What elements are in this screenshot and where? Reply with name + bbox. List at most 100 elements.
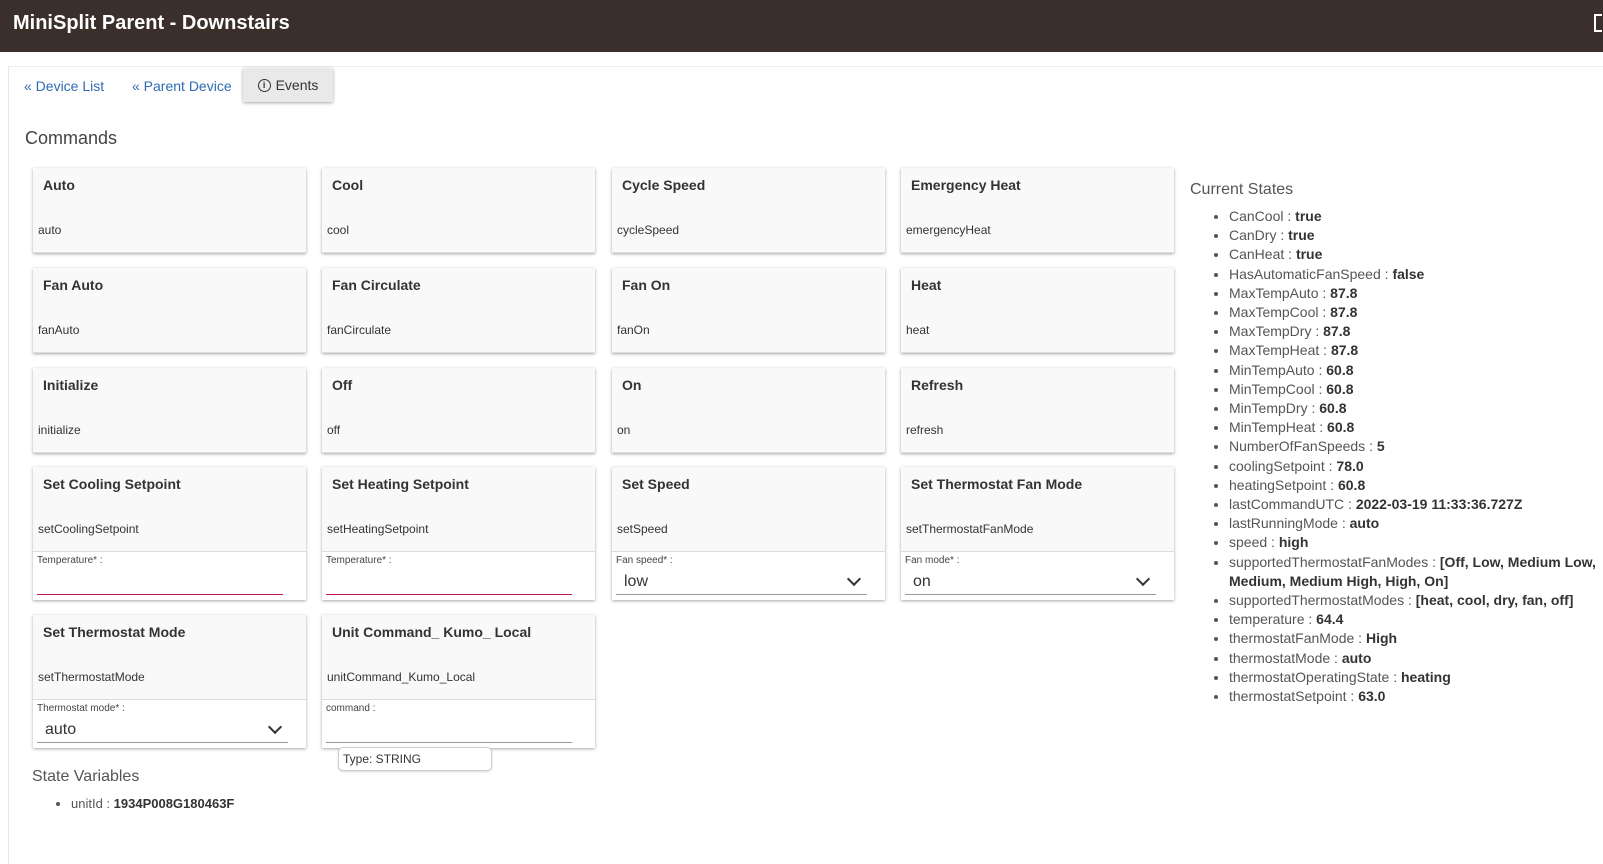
fan-speed-select[interactable]: low bbox=[616, 570, 867, 595]
fan-mode-label: Fan mode* : bbox=[905, 555, 960, 566]
command-method: setSpeed bbox=[617, 522, 668, 536]
fan-speed-param: Fan speed* : low bbox=[612, 552, 885, 600]
temperature-param: Temperature* : bbox=[322, 552, 595, 600]
list-item: unitId : 1934P008G180463F bbox=[71, 796, 234, 811]
current-states-title: Current States bbox=[1190, 181, 1294, 198]
command-button-fan-circulate[interactable]: Fan Circulate fanCirculate bbox=[322, 268, 595, 353]
command-name: Fan Circulate bbox=[332, 277, 421, 293]
list-item: coolingSetpoint : 78.0 bbox=[1229, 457, 1599, 476]
command-method: off bbox=[327, 423, 341, 437]
command-method: unitCommand_Kumo_Local bbox=[327, 670, 476, 684]
command-card-initialize: Initialize initialize bbox=[33, 368, 306, 453]
command-button-auto[interactable]: Auto auto bbox=[33, 168, 306, 253]
command-button-refresh[interactable]: Refresh refresh bbox=[901, 368, 1174, 453]
command-button-cool[interactable]: Cool cool bbox=[322, 168, 595, 253]
events-button[interactable]: i Events bbox=[243, 68, 333, 102]
page-title: MiniSplit Parent - Downstairs bbox=[13, 12, 290, 34]
command-method: fanCirculate bbox=[327, 323, 392, 337]
current-states-list: CanCool : true CanDry : true CanHeat : t… bbox=[1190, 207, 1599, 706]
commands-title: Commands bbox=[25, 128, 118, 148]
thermostat-mode-select[interactable]: auto bbox=[37, 718, 288, 743]
list-item: CanCool : true bbox=[1229, 207, 1599, 226]
command-method: setHeatingSetpoint bbox=[327, 522, 429, 536]
list-item: HasAutomaticFanSpeed : false bbox=[1229, 265, 1599, 284]
command-card-auto: Auto auto bbox=[33, 168, 306, 253]
command-name: Off bbox=[332, 377, 353, 393]
list-item: CanDry : true bbox=[1229, 226, 1599, 245]
fan-mode-select[interactable]: on bbox=[905, 570, 1156, 595]
temperature-param: Temperature* : bbox=[33, 552, 306, 600]
chevron-down-icon bbox=[267, 719, 283, 735]
command-name: Auto bbox=[43, 177, 75, 193]
command-button-heat[interactable]: Heat heat bbox=[901, 268, 1174, 353]
command-button-cycle-speed[interactable]: Cycle Speed cycleSpeed bbox=[612, 168, 885, 253]
command-method: refresh bbox=[906, 423, 944, 437]
command-card-set-heating-setpoint: Set Heating Setpoint setHeatingSetpoint … bbox=[322, 467, 595, 600]
list-item: speed : high bbox=[1229, 533, 1599, 552]
fan-mode-value: on bbox=[913, 573, 931, 590]
command-name: Cycle Speed bbox=[622, 177, 706, 193]
command-method: heat bbox=[906, 323, 930, 337]
temperature-input[interactable] bbox=[37, 574, 283, 595]
command-card-heat: Heat heat bbox=[901, 268, 1174, 353]
command-button-on[interactable]: On on bbox=[612, 368, 885, 453]
command-button-set-thermostat-mode[interactable]: Set Thermostat Mode setThermostatMode bbox=[33, 615, 306, 700]
command-button-unit-command[interactable]: Unit Command_ Kumo_ Local unitCommand_Ku… bbox=[322, 615, 595, 700]
temperature-input[interactable] bbox=[326, 574, 572, 595]
list-item: lastRunningMode : auto bbox=[1229, 514, 1599, 533]
thermostat-mode-param: Thermostat mode* : auto bbox=[33, 700, 306, 748]
list-item: thermostatMode : auto bbox=[1229, 649, 1599, 668]
command-param: command : bbox=[322, 700, 595, 748]
command-name: Set Cooling Setpoint bbox=[43, 476, 181, 492]
list-item: MaxTempCool : 87.8 bbox=[1229, 303, 1599, 322]
list-item: heatingSetpoint : 60.8 bbox=[1229, 476, 1599, 495]
list-item: CanHeat : true bbox=[1229, 245, 1599, 264]
device-list-link[interactable]: « Device List bbox=[24, 78, 104, 94]
list-item: NumberOfFanSpeeds : 5 bbox=[1229, 437, 1599, 456]
command-name: Set Thermostat Mode bbox=[43, 624, 186, 640]
command-button-fan-auto[interactable]: Fan Auto fanAuto bbox=[33, 268, 306, 353]
command-method: auto bbox=[38, 223, 62, 237]
command-method: cool bbox=[327, 223, 350, 237]
command-button-fan-on[interactable]: Fan On fanOn bbox=[612, 268, 885, 353]
command-button-set-speed[interactable]: Set Speed setSpeed bbox=[612, 467, 885, 552]
command-method: setThermostatFanMode bbox=[906, 522, 1034, 536]
command-card-fan-on: Fan On fanOn bbox=[612, 268, 885, 353]
command-input[interactable] bbox=[326, 722, 572, 743]
parent-device-link[interactable]: « Parent Device bbox=[132, 78, 232, 94]
command-method: initialize bbox=[38, 423, 81, 437]
list-item: MaxTempDry : 87.8 bbox=[1229, 322, 1599, 341]
command-name: Cool bbox=[332, 177, 364, 193]
command-button-off[interactable]: Off off bbox=[322, 368, 595, 453]
info-icon: i bbox=[257, 78, 271, 92]
command-method: setCoolingSetpoint bbox=[38, 522, 139, 536]
command-card-emergency-heat: Emergency Heat emergencyHeat bbox=[901, 168, 1174, 253]
command-name: Unit Command_ Kumo_ Local bbox=[332, 624, 532, 640]
command-button-set-thermostat-fan-mode[interactable]: Set Thermostat Fan Mode setThermostatFan… bbox=[901, 467, 1174, 552]
command-name: Refresh bbox=[911, 377, 964, 393]
state-variables-list: unitId : 1934P008G180463F bbox=[32, 796, 234, 811]
command-button-set-cooling-setpoint[interactable]: Set Cooling Setpoint setCoolingSetpoint bbox=[33, 467, 306, 552]
command-card-set-thermostat-mode: Set Thermostat Mode setThermostatMode Th… bbox=[33, 615, 306, 748]
list-item: temperature : 64.4 bbox=[1229, 610, 1599, 629]
list-item: MinTempCool : 60.8 bbox=[1229, 380, 1599, 399]
list-item: MaxTempHeat : 87.8 bbox=[1229, 341, 1599, 360]
command-method: fanOn bbox=[617, 323, 650, 337]
command-method: emergencyHeat bbox=[906, 223, 991, 237]
state-variables-title: State Variables bbox=[32, 768, 140, 785]
command-name: Heat bbox=[911, 277, 942, 293]
bookmark-icon[interactable] bbox=[1594, 14, 1602, 32]
command-button-emergency-heat[interactable]: Emergency Heat emergencyHeat bbox=[901, 168, 1174, 253]
fan-speed-label: Fan speed* : bbox=[616, 555, 673, 566]
command-card-cycle-speed: Cycle Speed cycleSpeed bbox=[612, 168, 885, 253]
command-button-initialize[interactable]: Initialize initialize bbox=[33, 368, 306, 453]
command-name: Initialize bbox=[43, 377, 99, 393]
command-name: Set Thermostat Fan Mode bbox=[911, 476, 1083, 492]
command-button-set-heating-setpoint[interactable]: Set Heating Setpoint setHeatingSetpoint bbox=[322, 467, 595, 552]
list-item: thermostatFanMode : High bbox=[1229, 629, 1599, 648]
command-name: On bbox=[622, 377, 642, 393]
command-name: Fan On bbox=[622, 277, 671, 293]
command-name: Fan Auto bbox=[43, 277, 104, 293]
list-item: MinTempHeat : 60.8 bbox=[1229, 418, 1599, 437]
command-method: fanAuto bbox=[38, 323, 80, 337]
